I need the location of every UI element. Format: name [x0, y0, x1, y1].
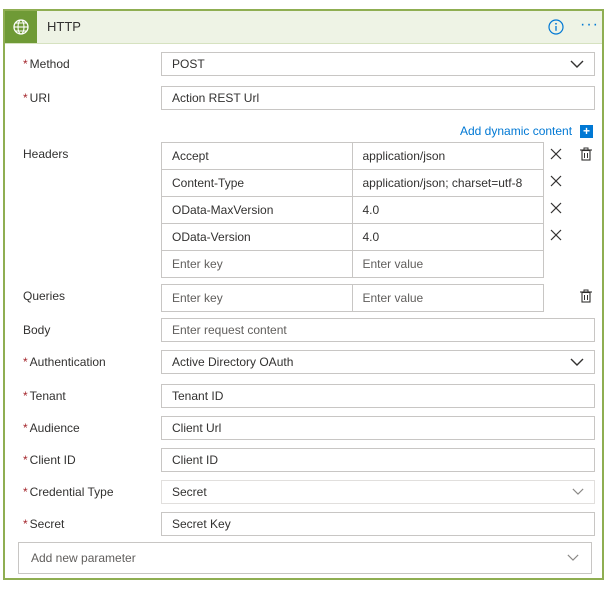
chevron-down-icon — [570, 60, 584, 68]
uri-label: * URI — [23, 91, 51, 105]
table-row: Content-Type application/json; charset=u… — [162, 170, 544, 197]
body-input[interactable]: Enter request content — [161, 318, 595, 342]
header-value-input[interactable]: Enter value — [352, 251, 544, 278]
close-icon[interactable] — [550, 175, 562, 187]
query-key-input[interactable]: Enter key — [162, 285, 353, 312]
card-header[interactable]: HTTP ··· — [5, 11, 602, 44]
more-icon[interactable]: ··· — [580, 16, 599, 34]
table-row: Accept application/json — [162, 143, 544, 170]
header-value-input[interactable]: 4.0 — [352, 224, 544, 251]
globe-icon — [5, 11, 37, 43]
client-id-label: * Client ID — [23, 453, 76, 467]
headers-label: Headers — [23, 147, 69, 161]
header-key-input[interactable]: OData-Version — [162, 224, 353, 251]
info-icon[interactable] — [548, 19, 564, 35]
table-row: OData-Version 4.0 — [162, 224, 544, 251]
audience-input[interactable]: Client Url — [161, 416, 595, 440]
header-key-input[interactable]: OData-MaxVersion — [162, 197, 353, 224]
authentication-select[interactable]: Active Directory OAuth — [161, 350, 595, 374]
tenant-input[interactable]: Tenant ID — [161, 384, 595, 408]
client-id-input[interactable]: Client ID — [161, 448, 595, 472]
queries-table: Enter key Enter value — [161, 284, 544, 312]
tenant-label: * Tenant — [23, 389, 66, 403]
card-title: HTTP — [47, 19, 81, 34]
http-action-card: HTTP ··· * Method POST * URI Action REST U… — [3, 9, 604, 580]
header-value-input[interactable]: application/json — [352, 143, 544, 170]
header-key-input[interactable]: Accept — [162, 143, 353, 170]
add-new-parameter-select[interactable]: Add new parameter — [18, 542, 592, 574]
chevron-down-icon — [572, 488, 584, 495]
trash-icon[interactable] — [579, 289, 593, 303]
plus-icon[interactable]: + — [580, 125, 593, 138]
table-row: OData-MaxVersion 4.0 — [162, 197, 544, 224]
header-value-input[interactable]: application/json; charset=utf-8 — [352, 170, 544, 197]
headers-table: Accept application/json Content-Type app… — [161, 142, 544, 278]
method-select[interactable]: POST — [161, 52, 595, 76]
header-value-input[interactable]: 4.0 — [352, 197, 544, 224]
audience-label: * Audience — [23, 421, 80, 435]
chevron-down-icon — [570, 358, 584, 366]
body-label: Body — [23, 323, 51, 337]
credential-type-label: * Credential Type — [23, 485, 114, 499]
add-dynamic-content-link[interactable]: Add dynamic content — [460, 124, 572, 138]
query-value-input[interactable]: Enter value — [352, 285, 544, 312]
method-label: * Method — [23, 57, 70, 71]
authentication-label: * Authentication — [23, 355, 106, 369]
header-key-input[interactable]: Content-Type — [162, 170, 353, 197]
uri-input[interactable]: Action REST Url — [161, 86, 595, 110]
table-row: Enter key Enter value — [162, 251, 544, 278]
queries-label: Queries — [23, 289, 66, 303]
secret-input[interactable]: Secret Key — [161, 512, 595, 536]
secret-label: * Secret — [23, 517, 65, 531]
close-icon[interactable] — [550, 148, 562, 160]
close-icon[interactable] — [550, 229, 562, 241]
chevron-down-icon — [567, 554, 579, 561]
close-icon[interactable] — [550, 202, 562, 214]
header-key-input[interactable]: Enter key — [162, 251, 353, 278]
trash-icon[interactable] — [579, 147, 593, 161]
credential-type-select[interactable]: Secret — [161, 480, 595, 504]
table-row: Enter key Enter value — [162, 285, 544, 312]
